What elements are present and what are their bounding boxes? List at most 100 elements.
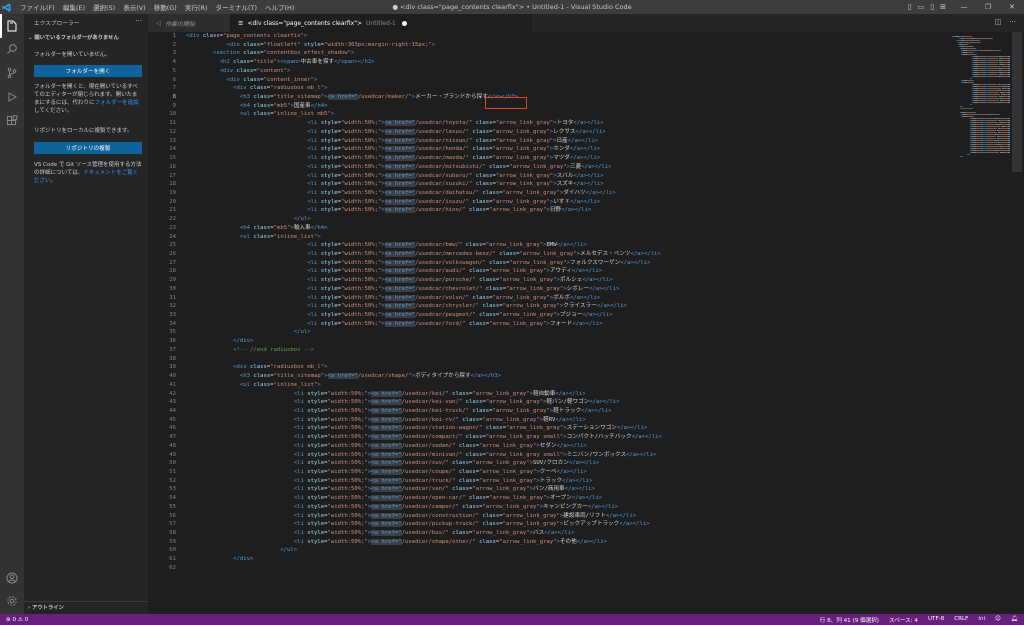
code-line[interactable]: <h4 class="mb5">国産車</h4> xyxy=(186,102,328,111)
encoding[interactable]: UTF-8 xyxy=(928,616,944,624)
menu-view[interactable]: 表示(V) xyxy=(119,2,150,12)
code-line[interactable]: <li style="width:50%;"><a href="/usedcar… xyxy=(186,154,600,163)
notifications-bell-icon[interactable]: 🔔︎ xyxy=(1011,616,1018,624)
code-editor[interactable]: 1 2 3 4 5 6 7 8 9 10 11 12 13 14 15 16 17 18 19 20 21 22 23 24 2… xyxy=(148,32,1024,614)
code-line[interactable]: <div class="floatleft" style="width:363p… xyxy=(186,41,435,50)
code-line[interactable]: <li style="width:50%;"><a href="/usedcar… xyxy=(186,302,627,311)
code-line[interactable]: <li style="width:50%;"><a href="/usedcar… xyxy=(186,442,587,451)
code-line[interactable]: <!-- //end radiusbox --> xyxy=(186,346,314,355)
code-line[interactable]: <ul class="inline_list"> xyxy=(186,381,321,390)
vertical-scrollbar[interactable] xyxy=(1010,32,1024,614)
tab-untitled-1[interactable]: ≡ <div class="page_contents clearfix"> U… xyxy=(230,14,532,32)
run-debug-icon[interactable] xyxy=(5,90,19,104)
code-line[interactable]: <li style="width:50%;"><a href="/usedcar… xyxy=(186,468,587,477)
restore-icon[interactable]: ❐ xyxy=(976,3,1000,11)
code-line[interactable]: <li style="width:50%;"><a href="/usedcar… xyxy=(186,451,656,460)
toggle-secondary-sidebar-icon[interactable]: ▯ xyxy=(930,3,934,11)
code-line[interactable]: <h3 class="title_sitemap"><a href="/used… xyxy=(186,93,518,102)
menu-run[interactable]: 実行(R) xyxy=(181,2,212,12)
code-line[interactable]: </div> xyxy=(186,555,253,564)
split-editor-icon[interactable]: ◫ xyxy=(995,18,1002,26)
code-line[interactable]: <li style="width:50%;"><a href="/usedcar… xyxy=(186,206,591,215)
menu-selection[interactable]: 選択(S) xyxy=(89,2,119,12)
code-line[interactable]: <li style="width:50%;"><a href="/usedcar… xyxy=(186,250,661,259)
code-line[interactable]: <li style="width:50%;"><a href="/usedcar… xyxy=(186,512,636,521)
code-line[interactable]: <li style="width:50%;"><a href="/usedcar… xyxy=(186,433,662,442)
code-line[interactable]: <h4 class="mb5">輸入車</h4> xyxy=(186,224,328,233)
code-line[interactable]: <li style="width:50%;"><a href="/usedcar… xyxy=(186,320,603,329)
code-line[interactable]: <ul class="inline_list mb5"> xyxy=(186,110,334,119)
code-line[interactable]: <h2 class="title"><span>中古車を探す</span></h… xyxy=(186,58,375,67)
source-control-icon[interactable] xyxy=(5,66,19,80)
code-line[interactable]: <li style="width:50%;"><a href="/usedcar… xyxy=(186,172,604,181)
code-line[interactable]: <li style="width:50%;"><a href="/usedcar… xyxy=(186,285,619,294)
problems-indicator[interactable]: ⊗ 0 ⚠ 0 xyxy=(6,617,28,623)
code-line[interactable]: <div class="content_inner"> xyxy=(186,76,317,85)
code-line[interactable]: <div class="radiusbox mb_l"> xyxy=(186,84,327,93)
code-line[interactable]: <section class="contentbox effect_shadow… xyxy=(186,49,354,58)
menu-terminal[interactable]: ターミナル(T) xyxy=(211,2,261,12)
code-line[interactable]: <div class="content"> xyxy=(186,67,291,76)
customize-layout-icon[interactable]: ⊞ xyxy=(940,3,946,11)
code-line[interactable]: <li style="width:50%;"><a href="/usedcar… xyxy=(186,407,611,416)
code-line[interactable]: <li style="width:50%;"><a href="/usedcar… xyxy=(186,241,587,250)
code-line[interactable]: <li style="width:50%;"><a href="/usedcar… xyxy=(186,163,612,172)
code-line[interactable]: <li style="width:50%;"><a href="/usedcar… xyxy=(186,485,595,494)
code-line[interactable]: <li style="width:50%;"><a href="/usedcar… xyxy=(186,538,607,547)
code-line[interactable]: </ul> xyxy=(186,328,311,337)
search-icon[interactable] xyxy=(5,42,19,56)
minimap[interactable] xyxy=(952,32,1010,472)
add-folder-link[interactable]: フォルダーを追加 xyxy=(95,100,139,106)
end-of-line[interactable]: CRLF xyxy=(954,616,968,624)
code-line[interactable]: <li style="width:50%;"><a href="/usedcar… xyxy=(186,137,598,146)
settings-gear-icon[interactable] xyxy=(5,594,19,608)
explorer-icon[interactable] xyxy=(5,19,19,33)
feedback-icon[interactable]: ☺ xyxy=(995,616,1001,624)
code-line[interactable]: <li style="width:50%;"><a href="/usedcar… xyxy=(186,259,651,268)
code-line[interactable]: <li style="width:50%;"><a href="/usedcar… xyxy=(186,503,618,512)
toggle-sidebar-icon[interactable]: ▯ xyxy=(908,3,912,11)
code-line[interactable]: <ul class="inline_list"> xyxy=(186,233,321,242)
close-icon[interactable]: ✕ xyxy=(1000,3,1024,11)
code-line[interactable]: <h3 class="title_sitemap"><a href="/used… xyxy=(186,372,501,381)
more-actions-icon[interactable]: ··· xyxy=(135,17,142,25)
code-line[interactable]: <li style="width:50%;"><a href="/usedcar… xyxy=(186,276,613,285)
code-line[interactable]: <li style="width:50%;"><a href="/usedcar… xyxy=(186,494,602,503)
unsaved-dot-icon[interactable] xyxy=(401,20,407,26)
code-line[interactable]: <li style="width:50%;"><a href="/usedcar… xyxy=(186,424,647,433)
code-line[interactable]: <li style="width:50%;"><a href="/usedcar… xyxy=(186,529,575,538)
menu-edit[interactable]: 編集(E) xyxy=(59,2,89,12)
code-line[interactable]: </ul> xyxy=(186,215,311,224)
clone-repository-button[interactable]: リポジトリの複製 xyxy=(34,142,142,154)
code-line[interactable]: <li style="width:50%;"><a href="/usedcar… xyxy=(186,180,604,189)
scrollbar-thumb[interactable] xyxy=(1012,32,1022,172)
code-line[interactable]: </div> xyxy=(186,337,253,346)
tab-welcome[interactable]: ◁ 作業の開始 xyxy=(148,14,230,32)
outline-section[interactable]: › アウトライン xyxy=(28,603,64,611)
code-line[interactable]: </ul> xyxy=(186,546,297,555)
minimize-icon[interactable]: — xyxy=(952,3,976,11)
code-line[interactable]: <li style="width:50%;"><a href="/usedcar… xyxy=(186,128,606,137)
code-line[interactable]: <li style="width:50%;"><a href="/usedcar… xyxy=(186,145,600,154)
code-line[interactable]: <div class="radiusbox mb_l"> xyxy=(186,363,327,372)
language-mode[interactable]: ini xyxy=(978,616,985,624)
menu-file[interactable]: ファイル(F) xyxy=(16,2,59,12)
indentation[interactable]: スペース: 4 xyxy=(889,616,918,624)
menu-go[interactable]: 移動(G) xyxy=(150,2,181,12)
no-folder-section[interactable]: ⌄ 開いているフォルダーがありません xyxy=(28,33,119,41)
code-line[interactable]: <li style="width:50%;"><a href="/usedcar… xyxy=(186,198,600,207)
toggle-panel-icon[interactable]: ▭ xyxy=(918,3,925,11)
cursor-position[interactable]: 行 8、列 41 (9 個選択) xyxy=(820,616,879,624)
code-line[interactable]: <li style="width:50%;"><a href="/usedcar… xyxy=(186,459,599,468)
code-line[interactable]: <li style="width:50%;"><a href="/usedcar… xyxy=(186,311,613,320)
code-line[interactable]: <li style="width:50%;"><a href="/usedcar… xyxy=(186,119,604,128)
account-icon[interactable] xyxy=(5,571,19,585)
more-editor-actions-icon[interactable]: ··· xyxy=(1009,18,1016,26)
menu-help[interactable]: ヘルプ(H) xyxy=(261,2,298,12)
code-line[interactable]: <li style="width:50%;"><a href="/usedcar… xyxy=(186,267,602,276)
code-line[interactable]: <li style="width:50%;"><a href="/usedcar… xyxy=(186,398,620,407)
code-line[interactable]: <li style="width:50%;"><a href="/usedcar… xyxy=(186,390,586,399)
code-line[interactable]: <li style="width:50%;"><a href="/usedcar… xyxy=(186,416,586,425)
code-line[interactable]: <li style="width:50%;"><a href="/usedcar… xyxy=(186,477,592,486)
code-line[interactable]: <li style="width:50%;"><a href="/usedcar… xyxy=(186,520,650,529)
